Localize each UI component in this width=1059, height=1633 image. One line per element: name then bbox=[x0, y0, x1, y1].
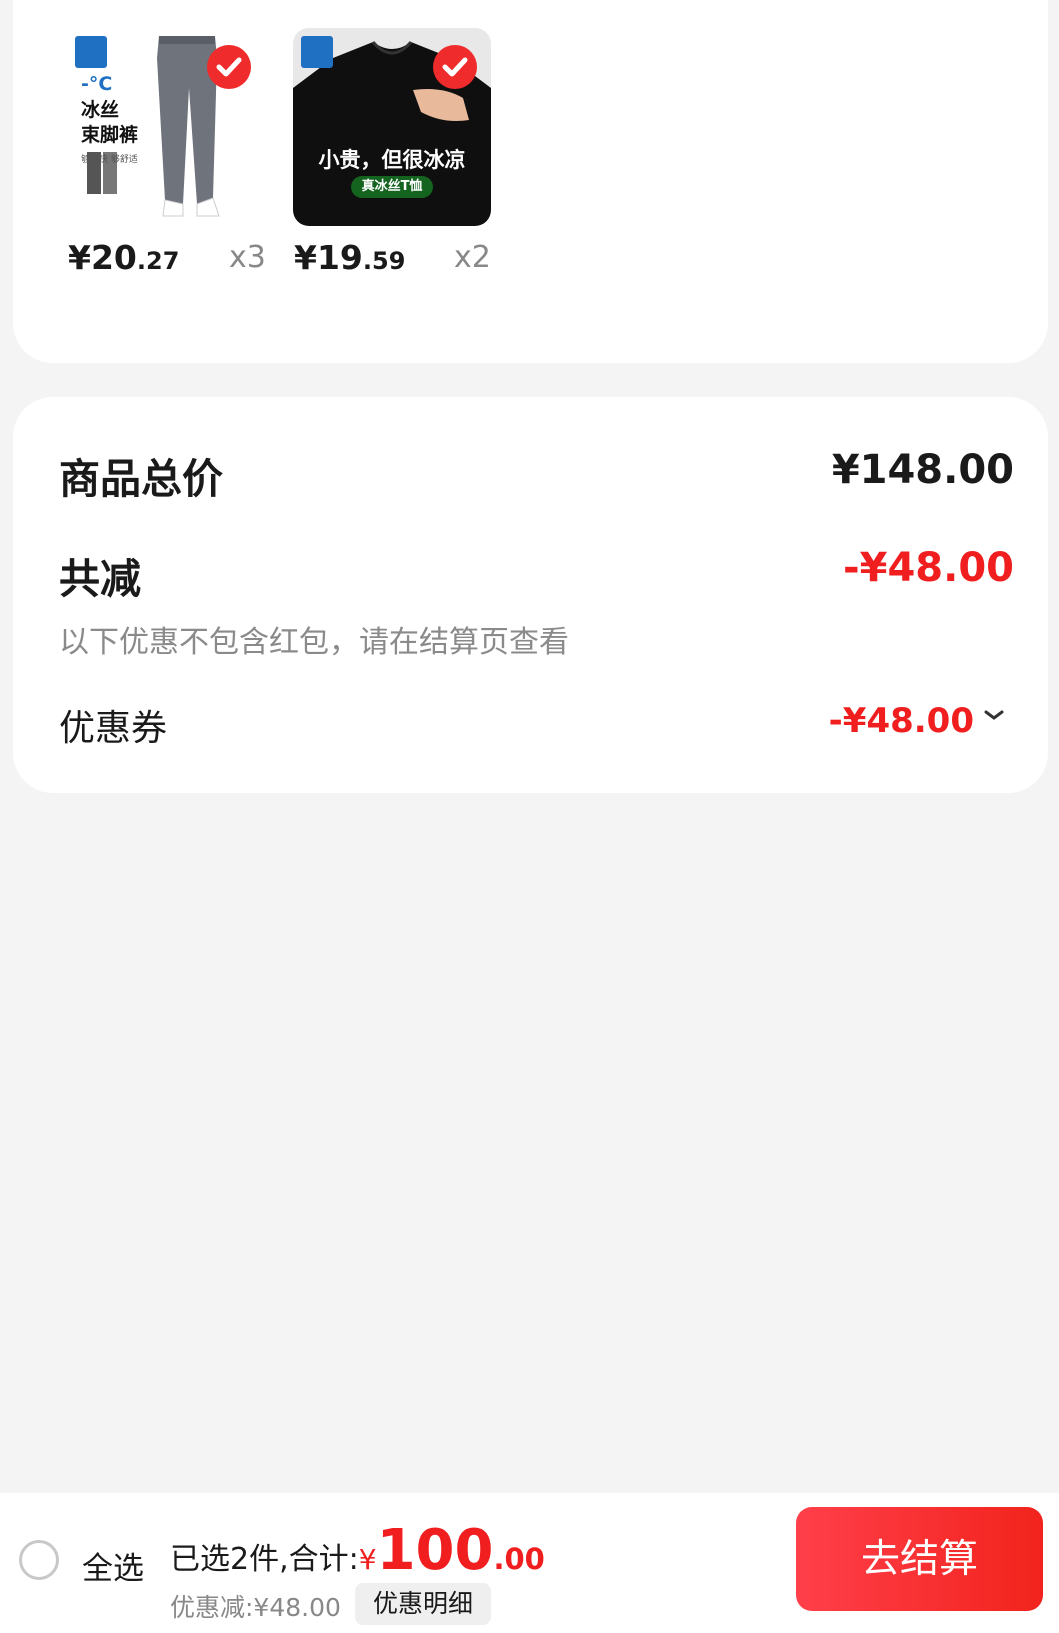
price-decimal: .27 bbox=[136, 247, 180, 275]
total-main: 100 bbox=[376, 1518, 494, 1583]
coupon-value[interactable]: -¥48.00 bbox=[829, 701, 974, 741]
selected-check-icon[interactable] bbox=[433, 45, 477, 89]
coupon-label: 优惠券 bbox=[59, 708, 168, 749]
price-decimal: .59 bbox=[362, 247, 406, 275]
discount-detail-button[interactable]: 优惠明细 bbox=[355, 1583, 492, 1625]
tshirt-tag: 真冰丝T恤 bbox=[351, 176, 433, 198]
selected-count-text: 已选2件,合计: bbox=[170, 1542, 359, 1577]
product-price: ¥20.27 bbox=[68, 238, 179, 277]
chevron-down-icon[interactable] bbox=[982, 703, 1006, 727]
selected-total: 已选2件,合计:¥100.00 bbox=[170, 1518, 545, 1583]
total-price-label: 商品总价 bbox=[59, 455, 223, 503]
select-all-radio[interactable] bbox=[19, 1540, 59, 1580]
product-thumbnail-tshirt[interactable]: 小贵，但很冰凉 真冰丝T恤 bbox=[293, 28, 491, 226]
price-main: ¥19 bbox=[294, 238, 363, 277]
pants-temp-text: -°C bbox=[81, 73, 113, 95]
product-thumbnail-pants[interactable]: -°C 冰丝 束脚裤 够凉快 够舒适 bbox=[67, 28, 265, 226]
product-price: ¥19.59 bbox=[294, 238, 405, 277]
total-decimal: .00 bbox=[493, 1542, 545, 1576]
select-all-label[interactable]: 全选 bbox=[82, 1543, 144, 1588]
product-quantity: x3 bbox=[229, 240, 266, 275]
reduction-note: 以下优惠不包含红包，请在结算页查看 bbox=[59, 625, 569, 660]
total-price-value: ¥148.00 bbox=[831, 447, 1014, 493]
checkout-button[interactable]: 去结算 bbox=[796, 1507, 1043, 1611]
pants-title-line2: 束脚裤 bbox=[81, 124, 139, 146]
pants-title-line1: 冰丝 bbox=[81, 99, 120, 121]
total-currency: ¥ bbox=[358, 1543, 377, 1576]
price-main: ¥20 bbox=[68, 238, 137, 277]
tshirt-slogan: 小贵，但很冰凉 bbox=[318, 148, 466, 172]
selected-check-icon[interactable] bbox=[207, 45, 251, 89]
price-summary-card: 商品总价 ¥148.00 共减 -¥48.00 以下优惠不包含红包，请在结算页查… bbox=[13, 397, 1048, 793]
checkout-bar: 全选 已选2件,合计:¥100.00 优惠减:¥48.00 优惠明细 去结算 bbox=[0, 1493, 1059, 1633]
reduction-value: -¥48.00 bbox=[843, 545, 1014, 591]
pants-subtitle: 够凉快 够舒适 bbox=[81, 155, 138, 165]
jeanswest-logo bbox=[301, 36, 333, 68]
reduction-label: 共减 bbox=[59, 555, 141, 603]
discount-summary: 优惠减:¥48.00 bbox=[170, 1593, 341, 1622]
product-quantity: x2 bbox=[454, 240, 491, 275]
jeanswest-logo bbox=[75, 36, 107, 68]
products-card: -°C 冰丝 束脚裤 够凉快 够舒适 小贵，但很冰凉 真冰丝T恤 ¥20.27 … bbox=[13, 0, 1048, 363]
